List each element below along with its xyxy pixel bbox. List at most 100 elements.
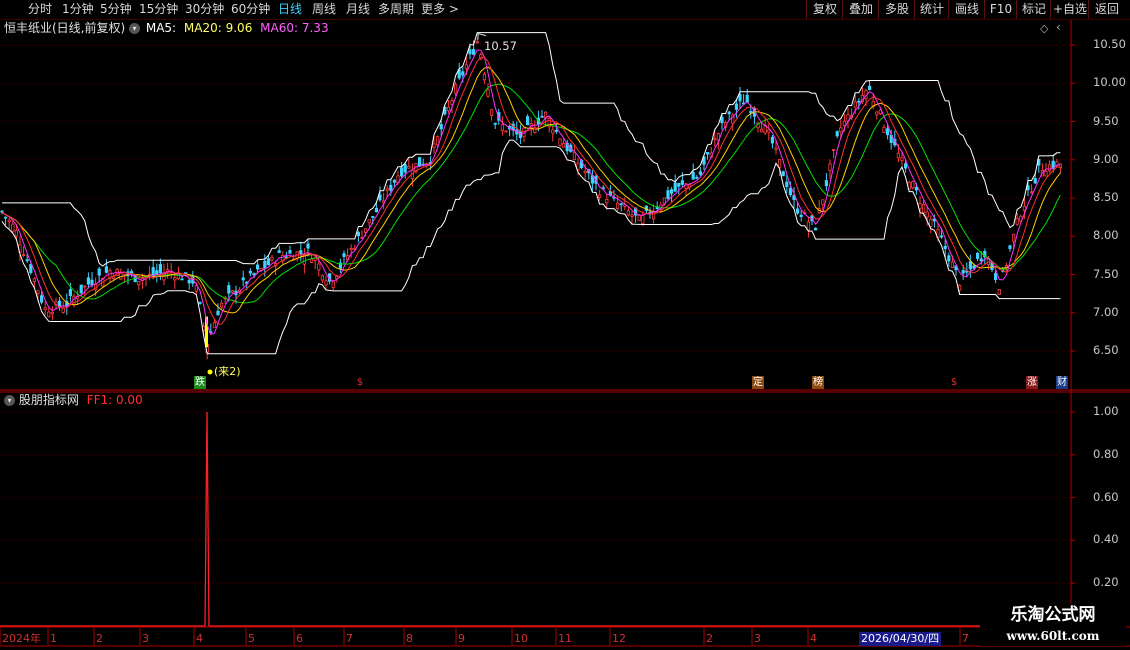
candle-body	[158, 263, 162, 274]
candle-body	[241, 277, 245, 281]
event-marker[interactable]: 榜	[812, 376, 824, 389]
toolbar-button-7[interactable]: +自选	[1050, 0, 1089, 19]
chart-canvas[interactable]	[0, 0, 1130, 650]
x-axis-label: 5	[248, 632, 255, 645]
candle-body	[288, 250, 292, 254]
period-tab-8[interactable]: 月线	[346, 2, 370, 17]
candle-body	[475, 41, 479, 44]
lower-band-line	[1, 139, 1061, 355]
candle-body	[572, 152, 577, 161]
candle-body	[853, 101, 857, 108]
event-marker[interactable]: 跌	[194, 376, 206, 389]
candle-body	[90, 279, 94, 286]
candle-body	[832, 149, 836, 151]
candle-body	[551, 129, 555, 134]
toolbar-button-1[interactable]: 叠加	[842, 0, 879, 19]
candle-body	[432, 143, 436, 148]
toolbar-button-5[interactable]: F10	[984, 0, 1017, 19]
candle-body	[306, 243, 310, 249]
candle-body	[302, 255, 307, 265]
candle-body	[778, 159, 782, 168]
collapse-icon[interactable]: ‹	[1056, 20, 1061, 34]
x-axis-label: 3	[142, 632, 149, 645]
x-axis-label: 12	[612, 632, 626, 645]
event-marker[interactable]: 涨	[1026, 376, 1038, 389]
candle-body	[925, 211, 929, 218]
candle-body	[14, 229, 18, 237]
candle-body	[821, 199, 825, 206]
indicator-y-tick-label: 0.40	[1093, 532, 1119, 547]
y-tick-label: 8.50	[1093, 190, 1119, 204]
settings-dropdown-icon[interactable]: ▾	[129, 23, 141, 34]
candle-body	[389, 184, 393, 191]
period-tab-10[interactable]: 更多 >	[421, 2, 459, 17]
candle-body	[619, 203, 623, 206]
period-tab-6[interactable]: 日线	[278, 2, 302, 17]
candle-body	[691, 172, 695, 180]
candle-body	[439, 124, 443, 130]
candle-body	[598, 194, 602, 198]
event-marker[interactable]: 定	[752, 376, 764, 389]
candle-body	[828, 163, 832, 172]
candle-body	[266, 258, 271, 266]
candle-body	[1048, 164, 1052, 172]
ff1-label: FF1: 0.00	[86, 393, 143, 407]
candle-body	[666, 190, 670, 199]
toolbar-button-2[interactable]: 多股	[878, 0, 915, 19]
period-tab-4[interactable]: 30分钟	[185, 2, 224, 17]
candle-body	[468, 49, 472, 55]
candle-body	[540, 115, 544, 118]
candle-body	[922, 203, 926, 214]
candle-body	[824, 180, 829, 187]
candle-body	[900, 157, 904, 161]
candle-body	[173, 277, 177, 281]
event-marker[interactable]: 财	[1056, 376, 1068, 389]
candle-body	[219, 302, 224, 308]
candle-body	[453, 84, 458, 94]
candle-body	[378, 194, 382, 201]
x-axis-label: 6	[296, 632, 303, 645]
candle-body	[471, 49, 476, 55]
toolbar-button-3[interactable]: 统计	[914, 0, 949, 19]
candle-body	[25, 259, 29, 262]
candle-body	[374, 207, 379, 213]
candle-body	[720, 116, 724, 124]
candle-body	[558, 138, 562, 146]
x-axis-label: 3	[754, 632, 761, 645]
candle-body	[151, 267, 155, 276]
candle-body	[882, 126, 886, 133]
candle-body	[796, 208, 800, 214]
candle-body	[83, 285, 87, 288]
period-tab-0[interactable]: 分时	[28, 2, 52, 17]
ff1-line	[0, 411, 1070, 627]
indicator-y-tick-label: 0.20	[1093, 575, 1119, 590]
candle-body	[526, 116, 530, 126]
candle-body	[50, 311, 55, 315]
event-marker[interactable]: $	[948, 376, 960, 389]
event-marker[interactable]: $	[354, 376, 366, 389]
x-axis-label: 2	[706, 632, 713, 645]
toolbar-button-0[interactable]: 复权	[806, 0, 843, 19]
candle-body	[489, 109, 494, 116]
period-tab-1[interactable]: 1分钟	[62, 2, 94, 17]
period-toolbar: 分时 1分钟 5分钟 15分钟 30分钟 60分钟 日线 周线 月线 多周期 更多 > 复权 叠加 多股统…	[0, 0, 1130, 20]
diamond-icon[interactable]: ◇	[1040, 22, 1048, 35]
indicator-dropdown-icon[interactable]: ▾	[4, 395, 15, 406]
toolbar-button-6[interactable]: 标记	[1016, 0, 1051, 19]
stock-title: 恒丰纸业(日线,前复权)	[4, 21, 126, 35]
candle-body	[32, 278, 37, 282]
toolbar-button-4[interactable]: 画线	[948, 0, 985, 19]
period-tab-7[interactable]: 周线	[312, 2, 336, 17]
y-tick-label: 7.50	[1093, 266, 1119, 281]
candle-body	[11, 223, 15, 232]
period-tab-2[interactable]: 5分钟	[100, 2, 132, 17]
period-tab-3[interactable]: 15分钟	[139, 2, 178, 17]
candle-body	[331, 281, 335, 289]
period-tab-5[interactable]: 60分钟	[231, 2, 270, 17]
candle-body	[349, 248, 353, 251]
indicator-y-tick-label: 0.80	[1093, 446, 1119, 461]
toolbar-button-8[interactable]: 返回	[1088, 0, 1125, 19]
candle-body	[68, 289, 72, 296]
y-tick-label: 6.50	[1093, 343, 1119, 357]
period-tab-9[interactable]: 多周期	[378, 2, 414, 17]
